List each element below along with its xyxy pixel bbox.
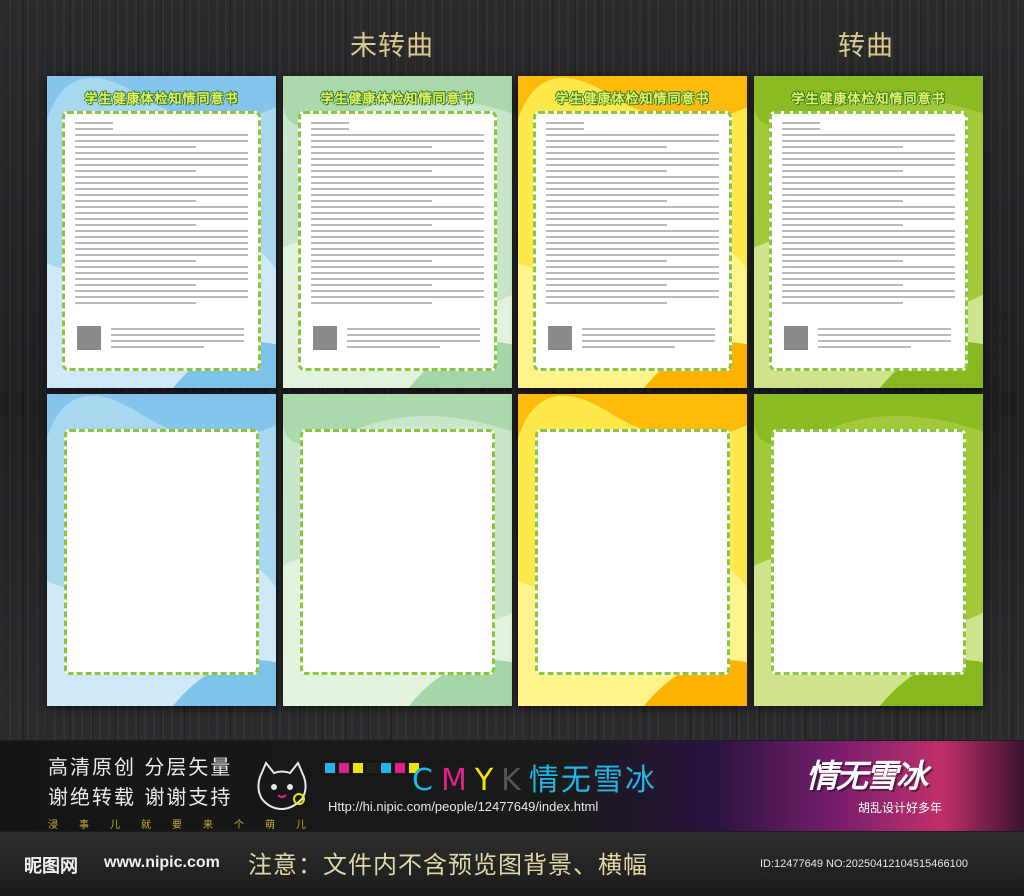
converted-label: 转曲	[838, 31, 894, 62]
document-title: 学生健康体检知情同意书	[84, 92, 239, 107]
small-char: 个	[234, 820, 244, 831]
body-text-lines	[782, 122, 955, 308]
qr-code-placeholder	[77, 326, 101, 350]
contact-text-lines	[818, 328, 951, 352]
brand-subtitle: 胡乱设计好多年	[858, 801, 943, 815]
small-char: 萌	[265, 820, 275, 831]
body-text-lines	[75, 122, 248, 308]
slogan-line-1: 高清原创 分层矢量	[48, 755, 233, 779]
small-char: 要	[172, 820, 182, 831]
cmyk-letter: M	[440, 763, 475, 798]
small-char: 浸	[48, 820, 58, 831]
content-frame	[64, 429, 259, 675]
cmyk-letter: K	[501, 763, 529, 798]
content-frame	[298, 111, 497, 371]
document-title: 学生健康体检知情同意书	[791, 92, 946, 107]
cmyk-swatch	[395, 763, 405, 773]
contact-text-lines	[582, 328, 715, 352]
outlined-label: 未转曲	[350, 31, 434, 62]
document-title: 学生健康体检知情同意书	[555, 92, 710, 107]
contact-text-lines	[111, 328, 244, 352]
filled-card-blue: 学生健康体检知情同意书	[47, 76, 276, 388]
body-text-lines	[546, 122, 719, 308]
cmyk-logo: CMYK情无雪冰	[412, 755, 657, 799]
cmyk-swatch	[339, 763, 349, 773]
blank-card-yellow	[518, 394, 747, 706]
filled-card-mint: 学生健康体检知情同意书	[283, 76, 512, 388]
brand-script: 情无雪冰	[806, 757, 928, 795]
document-title: 学生健康体检知情同意书	[320, 92, 475, 107]
promo-banner: 高清原创 分层矢量 谢绝转载 谢谢支持 浸事儿就要来个萌儿 CMYK情无雪冰 H…	[0, 741, 1024, 831]
image-id: ID:12477649 NO:20250412104515466100	[760, 858, 968, 870]
small-char: 来	[203, 820, 213, 831]
cmyk-suffix: 情无雪冰	[528, 763, 657, 798]
author-url[interactable]: Http://hi.nipic.com/people/12477649/inde…	[328, 799, 598, 814]
content-frame	[300, 429, 495, 675]
body-text-lines	[311, 122, 484, 308]
footer-bar: 昵图网 www.nipic.com 注意：文件内不含预览图背景、横幅 ID:12…	[0, 832, 1024, 896]
small-char-row: 浸事儿就要来个萌儿	[48, 816, 306, 831]
cat-mascot-icon	[257, 761, 307, 811]
contact-text-lines	[347, 328, 480, 352]
cmyk-letters: CMYK	[412, 763, 529, 798]
content-frame	[62, 111, 261, 371]
small-char: 事	[79, 820, 89, 831]
small-char: 儿	[110, 820, 120, 831]
cmyk-letter: C	[412, 763, 441, 798]
file-notice: 注意：文件内不含预览图背景、横幅	[248, 851, 648, 879]
cmyk-swatch	[325, 763, 335, 773]
content-frame	[533, 111, 732, 371]
site-logo[interactable]: 昵图网	[24, 852, 78, 878]
cmyk-swatch	[367, 763, 377, 773]
filled-card-lime: 学生健康体检知情同意书	[754, 76, 983, 388]
content-frame	[769, 111, 968, 371]
site-url[interactable]: www.nipic.com	[104, 854, 220, 872]
cmyk-swatch	[353, 763, 363, 773]
blank-card-lime	[754, 394, 983, 706]
qr-code-placeholder	[313, 326, 337, 350]
cmyk-swatches	[325, 763, 419, 773]
small-char: 就	[141, 820, 151, 831]
content-frame	[771, 429, 966, 675]
blank-card-blue	[47, 394, 276, 706]
cmyk-letter: Y	[474, 763, 502, 798]
qr-code-placeholder	[548, 326, 572, 350]
slogan-line-2: 谢绝转载 谢谢支持	[48, 785, 233, 809]
small-char: 儿	[296, 820, 306, 831]
blank-card-mint	[283, 394, 512, 706]
qr-code-placeholder	[784, 326, 808, 350]
content-frame	[535, 429, 730, 675]
filled-card-yellow: 学生健康体检知情同意书	[518, 76, 747, 388]
cmyk-swatch	[381, 763, 391, 773]
